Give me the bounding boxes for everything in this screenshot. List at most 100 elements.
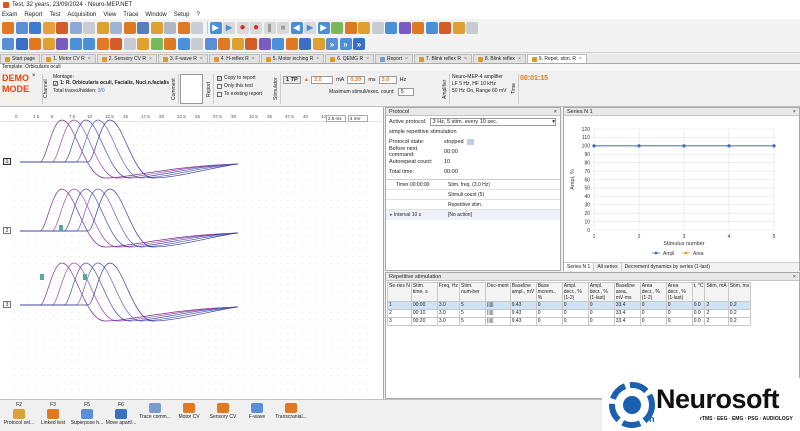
skip-icon[interactable]: » [339, 38, 352, 50]
channel-1-marker[interactable]: 1 [3, 158, 11, 165]
protocol-step[interactable]: Stimuli count (5) [386, 190, 560, 200]
export-icon[interactable] [96, 21, 109, 34]
protocol-icon[interactable] [137, 21, 149, 34]
step-forward-icon[interactable]: ▶ [304, 21, 316, 34]
menu-acquisition[interactable]: Acquisition [67, 12, 96, 18]
amplifier-section[interactable]: Neuro-MEP-4 amplifier LF 5 Hz, HF 10 kHz… [452, 74, 508, 104]
expand-icon[interactable]: ▸ [390, 212, 393, 218]
only-this-test-checkbox[interactable] [217, 83, 222, 89]
tab-repet-stim[interactable]: 9. Repet. stim. R × [526, 54, 587, 63]
menu-help[interactable]: ? [196, 12, 199, 18]
latency-icon[interactable] [110, 38, 122, 50]
tab-report[interactable]: Report × [374, 54, 413, 63]
report-icon[interactable] [83, 21, 95, 34]
column-header[interactable]: Dec-ment [485, 282, 511, 302]
hide-trace-icon[interactable] [258, 38, 271, 50]
column-header[interactable]: t, °C [691, 282, 706, 302]
compare-icon[interactable] [231, 38, 244, 50]
close-icon[interactable]: × [518, 56, 521, 62]
f-wave-button[interactable]: F-wave [240, 402, 274, 420]
motor-cv-button[interactable]: Motor CV [172, 402, 206, 420]
average-icon[interactable] [398, 21, 411, 34]
close-icon[interactable]: × [316, 56, 319, 62]
zoom-in-icon[interactable] [69, 38, 82, 50]
channel-2-marker[interactable]: 2 [3, 227, 11, 234]
menu-report[interactable]: Report [24, 12, 42, 18]
gain-select[interactable]: 4 mV [348, 115, 368, 122]
close-icon[interactable]: × [366, 56, 369, 62]
stim-current-input[interactable]: 2.0 [311, 76, 334, 84]
close-icon[interactable]: × [405, 56, 408, 62]
column-header[interactable]: Freq, Hz [436, 282, 461, 302]
cascade-icon[interactable] [299, 38, 311, 50]
mark-trace-icon[interactable] [285, 38, 298, 50]
tab-motor-cv[interactable]: 1. Motor CV R × [41, 54, 96, 63]
cursor-icon[interactable] [344, 21, 357, 34]
close-icon[interactable]: × [32, 73, 38, 79]
area-icon[interactable] [137, 38, 149, 50]
tab-qemg[interactable]: 6. QEMG R × [325, 54, 374, 63]
analysis-icon[interactable] [439, 21, 451, 34]
protocol-step[interactable]: Timer 00:00:00 Stim. freq. (3.0 Hz) [386, 180, 560, 190]
column-header[interactable]: Ampl. decr., % (1-2) [561, 282, 589, 302]
close-icon[interactable]: × [88, 56, 91, 62]
tab-h-reflex[interactable]: 4. H-reflex R × [208, 54, 260, 63]
traces-canvas[interactable]: 0 2.5 5 7.5 10 12.5 15 17.5 20 22.5 25 27.5 30 32.5 35… [0, 107, 384, 399]
close-icon[interactable]: × [793, 273, 796, 280]
superpose-button[interactable]: F5 Superpose h... [70, 402, 104, 426]
single-shot-icon[interactable]: ▶ [223, 21, 235, 34]
tab-decrement-dynamics[interactable]: Decrement dynamics by series (1-last) [622, 263, 713, 271]
marker-b-icon[interactable] [42, 38, 55, 50]
step-icon[interactable]: ▶ [317, 21, 330, 34]
stim-freq-input[interactable]: 3.0 [378, 76, 397, 84]
menu-view[interactable]: View [103, 12, 116, 18]
column-header[interactable]: Se-ries N [387, 282, 412, 302]
column-header[interactable]: Ampl. decr., % (1-last) [587, 282, 615, 302]
clear-icon[interactable] [371, 21, 384, 34]
normalize-icon[interactable] [218, 38, 230, 50]
pause-icon[interactable]: ❚ [263, 21, 276, 34]
play-icon[interactable]: ▶ [209, 21, 222, 34]
tab-all-series[interactable]: All series [594, 263, 622, 271]
delete-trace-icon[interactable] [245, 38, 257, 50]
measure-icon[interactable] [358, 21, 370, 34]
close-icon[interactable]: × [554, 108, 557, 115]
close-icon[interactable]: × [252, 56, 255, 62]
superpose-icon[interactable] [466, 21, 478, 34]
step-back-icon[interactable]: ◀ [290, 21, 303, 34]
repeat-icon[interactable] [385, 21, 397, 34]
channel-3-marker[interactable]: 3 [3, 301, 11, 308]
menu-exam[interactable]: Exam [2, 12, 17, 18]
settings-icon[interactable] [164, 21, 176, 34]
record-icon[interactable]: ● [236, 21, 249, 34]
close-icon[interactable]: × [200, 56, 203, 62]
stimulus-icon[interactable] [412, 21, 424, 34]
patient-icon[interactable] [56, 21, 68, 34]
trend-icon[interactable] [452, 21, 465, 34]
table-row[interactable]: 1 00:00 3.0 5 ||||| 9.43 0 0 0 33.4 0 0 0.0 2 0.2 [387, 301, 752, 310]
tab-series-n1[interactable]: Series N 1 [564, 263, 595, 271]
menu-setup[interactable]: Setup [174, 12, 190, 18]
column-header[interactable]: Area decr., % (1-last) [665, 282, 693, 302]
protocol-select-button[interactable]: F2 Protocol sel... [2, 402, 36, 426]
column-header[interactable]: Stim, ms [727, 282, 752, 302]
stop-recording-icon[interactable]: ● [250, 21, 262, 34]
zoom-out-icon[interactable] [83, 38, 95, 50]
close-icon[interactable]: × [149, 56, 152, 62]
duration-icon[interactable] [150, 38, 163, 50]
menu-test[interactable]: Test [49, 12, 60, 18]
test-icon[interactable] [123, 21, 136, 34]
save-icon[interactable] [29, 21, 41, 34]
stim-duration-input[interactable]: 0.20 [347, 76, 366, 84]
tab-blink-reflex[interactable]: 8. Blink reflex × [472, 54, 526, 63]
menu-trace[interactable]: Trace [123, 12, 138, 18]
column-header[interactable]: Base mcrem., % [535, 282, 563, 302]
close-icon[interactable]: × [579, 56, 582, 62]
template-icon[interactable] [150, 21, 163, 34]
trace-up-icon[interactable] [2, 38, 14, 50]
max-stimuli-input[interactable]: 5 [397, 88, 414, 96]
column-header[interactable]: Stim. time, s [410, 282, 438, 302]
show-trace-icon[interactable] [272, 38, 284, 50]
column-header[interactable]: Baseline ampl., mV [509, 282, 537, 302]
stim-up-icon[interactable]: ▲ [304, 77, 309, 83]
